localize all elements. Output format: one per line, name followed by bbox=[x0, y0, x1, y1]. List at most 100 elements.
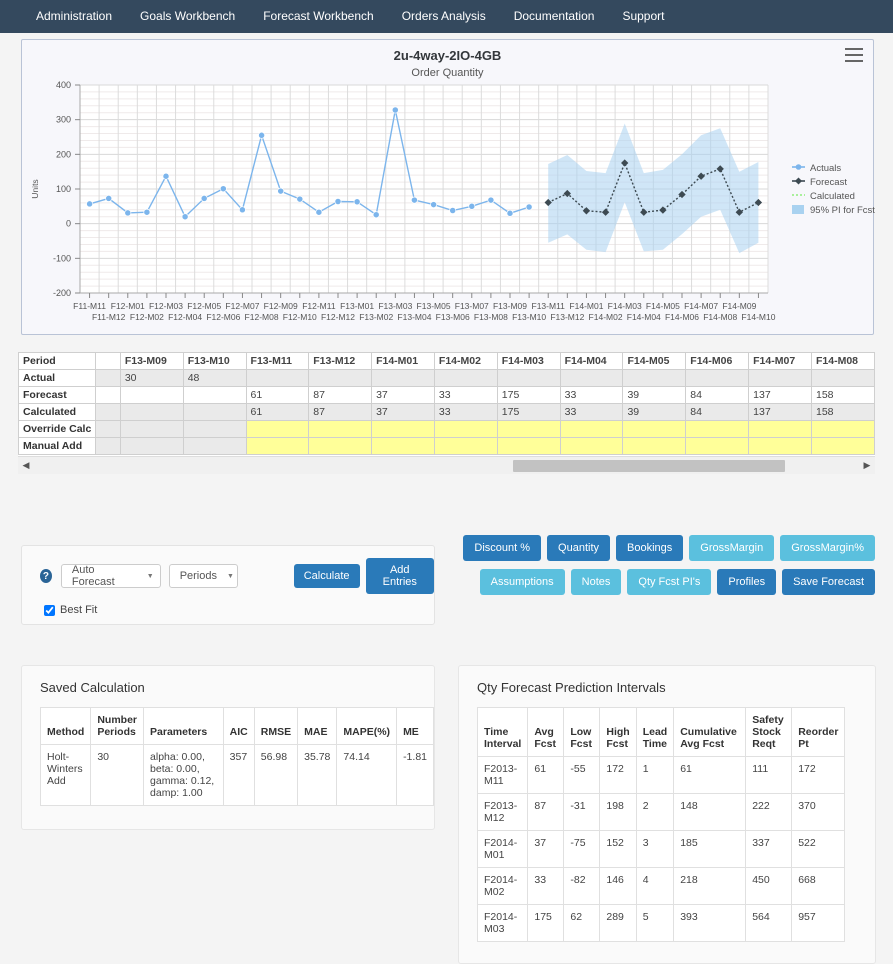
grid-cell: 87 bbox=[308, 403, 373, 421]
grid-cell[interactable] bbox=[685, 420, 750, 438]
svg-text:-200: -200 bbox=[53, 288, 71, 298]
grid-cell[interactable] bbox=[559, 437, 624, 455]
pi-cell-high: 198 bbox=[599, 793, 637, 831]
best-fit-label[interactable]: Best Fit bbox=[60, 604, 97, 616]
grid-cell[interactable] bbox=[371, 420, 435, 438]
grid-column-header: F13-M12 bbox=[308, 352, 373, 370]
pi-cell-low: 62 bbox=[563, 904, 601, 942]
nav-item-documentation[interactable]: Documentation bbox=[500, 0, 609, 33]
triangle-right-icon[interactable]: ▶ bbox=[859, 460, 875, 471]
grid-cell: 158 bbox=[810, 403, 875, 421]
grid-cell[interactable] bbox=[182, 420, 247, 438]
grid-cell[interactable] bbox=[622, 437, 687, 455]
grid-cell[interactable] bbox=[433, 437, 498, 455]
grid-cell bbox=[622, 369, 687, 387]
action-discount--button[interactable]: Discount % bbox=[463, 535, 542, 561]
grid-cell bbox=[308, 369, 373, 387]
grid-cell[interactable] bbox=[182, 437, 247, 455]
grid-cell[interactable] bbox=[433, 420, 498, 438]
grid-row: Calculated 61 87 37 33 175 33 39 84 137 158 bbox=[18, 403, 875, 421]
svg-text:F12-M02: F12-M02 bbox=[130, 312, 164, 322]
grid-cell: 37 bbox=[371, 386, 435, 404]
chart-panel: 2u-4way-2IO-4GB Order Quantity -200 -100 0… bbox=[21, 39, 875, 335]
grid-cell[interactable] bbox=[245, 437, 310, 455]
scrollbar-thumb[interactable] bbox=[512, 459, 785, 472]
grid-cell bbox=[119, 403, 184, 421]
grid-cell[interactable] bbox=[622, 420, 687, 438]
action-row-metrics: Discount % Quantity Bookings GrossMargin Gro… bbox=[463, 535, 875, 561]
grid-cell[interactable] bbox=[810, 420, 875, 438]
grid-cell[interactable] bbox=[245, 420, 310, 438]
grid-cell[interactable] bbox=[748, 420, 812, 438]
grid-cell: 39 bbox=[622, 386, 687, 404]
action-profiles-button[interactable]: Profiles bbox=[717, 569, 777, 595]
action-grossmargin--button[interactable]: GrossMargin% bbox=[780, 535, 875, 561]
grid-row-label: Period bbox=[18, 352, 97, 370]
nav-item-support[interactable]: Support bbox=[608, 0, 678, 33]
add-entries-button[interactable]: Add Entries bbox=[365, 558, 434, 594]
svg-text:200: 200 bbox=[56, 149, 71, 159]
grid-cell[interactable] bbox=[810, 437, 875, 455]
pi-header: Lead Time bbox=[635, 707, 675, 757]
svg-text:F14-M03: F14-M03 bbox=[608, 301, 642, 311]
nav-item-orders-analysis[interactable]: Orders Analysis bbox=[388, 0, 500, 33]
action-save-forecast-button[interactable]: Save Forecast bbox=[782, 569, 875, 595]
table-row: F2014-M01 37 -75 152 3 185 337 522 bbox=[476, 830, 846, 868]
table-row: F2014-M03 175 62 289 5 393 564 957 bbox=[476, 904, 846, 942]
action-notes-button[interactable]: Notes bbox=[570, 569, 622, 595]
action-assumptions-button[interactable]: Assumptions bbox=[479, 569, 565, 595]
grid-cell bbox=[433, 369, 498, 387]
grid-cell[interactable] bbox=[308, 420, 373, 438]
action-quantity-button[interactable]: Quantity bbox=[547, 535, 611, 561]
saved-cell-mae: 35.78 bbox=[297, 744, 338, 806]
svg-text:F13-M01: F13-M01 bbox=[340, 301, 374, 311]
best-fit-checkbox[interactable] bbox=[44, 604, 55, 616]
grid-cell[interactable] bbox=[119, 420, 184, 438]
svg-text:400: 400 bbox=[56, 80, 71, 90]
action-grossmargin-button[interactable]: GrossMargin bbox=[689, 535, 775, 561]
grid-cell-partial[interactable] bbox=[95, 420, 121, 438]
nav-item-administration[interactable]: Administration bbox=[22, 0, 126, 33]
grid-cell[interactable] bbox=[685, 437, 750, 455]
grid-cell[interactable] bbox=[748, 437, 812, 455]
scrollbar-track[interactable] bbox=[34, 459, 859, 472]
pi-header: Reorder Pt bbox=[791, 707, 846, 757]
grid-cell-partial bbox=[95, 403, 121, 421]
pi-cell-safety: 337 bbox=[745, 830, 793, 868]
saved-calculation-card: Saved Calculation Method Number Periods Pa… bbox=[21, 665, 435, 830]
saved-header: Number Periods bbox=[90, 707, 145, 745]
pi-cell-lead: 2 bbox=[635, 793, 675, 831]
grid-column-header: F13-M11 bbox=[245, 352, 310, 370]
grid-cell-partial[interactable] bbox=[95, 437, 121, 455]
saved-cell-parameters: alpha: 0.00, beta: 0.00, gamma: 0.12, da… bbox=[143, 744, 224, 806]
grid-row: Manual Add bbox=[18, 437, 875, 455]
grid-cell[interactable] bbox=[496, 420, 561, 438]
nav-item-goals-workbench[interactable]: Goals Workbench bbox=[126, 0, 249, 33]
grid-row: Actual 30 48 bbox=[18, 369, 875, 387]
saved-calculation-title: Saved Calculation bbox=[40, 680, 145, 695]
periods-select[interactable]: Periods ▼ bbox=[168, 564, 238, 588]
forecast-method-select[interactable]: Auto Forecast ▼ bbox=[60, 564, 161, 588]
grid-cell[interactable] bbox=[119, 437, 184, 455]
grid-cell[interactable] bbox=[496, 437, 561, 455]
nav-item-forecast-workbench[interactable]: Forecast Workbench bbox=[249, 0, 388, 33]
grid-column-header: F14-M03 bbox=[496, 352, 561, 370]
grid-cell: 37 bbox=[371, 403, 435, 421]
grid-cell[interactable] bbox=[308, 437, 373, 455]
triangle-left-icon[interactable]: ◀ bbox=[18, 460, 34, 471]
grid-cell bbox=[182, 386, 247, 404]
grid-cell[interactable] bbox=[559, 420, 624, 438]
calculate-button[interactable]: Calculate bbox=[293, 564, 360, 588]
action-qty-fcst-pi-s-button[interactable]: Qty Fcst PI's bbox=[627, 569, 712, 595]
svg-text:F13-M07: F13-M07 bbox=[455, 301, 489, 311]
grid-horizontal-scrollbar[interactable]: ◀ ▶ bbox=[18, 456, 875, 474]
table-row: F2013-M11 61 -55 172 1 61 111 172 bbox=[476, 756, 846, 794]
svg-text:F14-M01: F14-M01 bbox=[569, 301, 603, 311]
pi-cell-cum: 393 bbox=[673, 904, 747, 942]
grid-cell: 33 bbox=[559, 403, 624, 421]
question-mark-icon[interactable]: ? bbox=[40, 569, 52, 583]
pi-header: Safety Stock Reqt bbox=[745, 707, 793, 757]
grid-cell[interactable] bbox=[371, 437, 435, 455]
svg-text:100: 100 bbox=[56, 184, 71, 194]
action-bookings-button[interactable]: Bookings bbox=[616, 535, 684, 561]
